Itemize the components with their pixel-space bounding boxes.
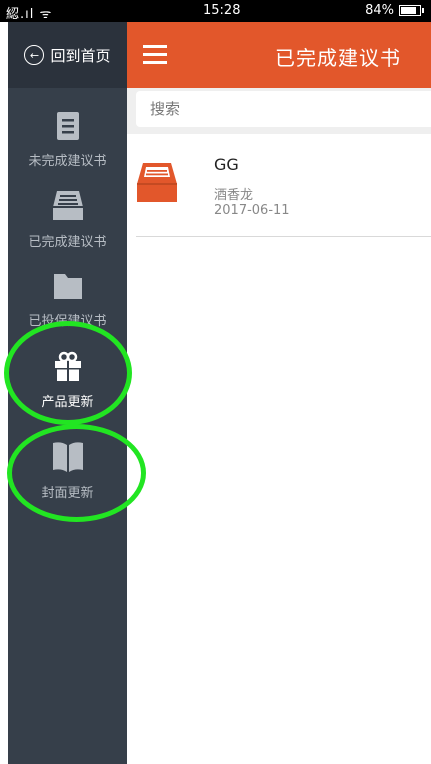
- highlight-circle-product-update: [4, 321, 132, 425]
- signal-wifi-indicator: 綛.ıl ᯤ: [6, 7, 53, 22]
- folder-icon: [53, 274, 82, 299]
- search-input[interactable]: [136, 91, 431, 127]
- hamburger-menu-icon[interactable]: [143, 45, 167, 65]
- list-item[interactable]: GG 酒香龙 2017-06-11: [136, 142, 431, 237]
- highlight-circle-cover-update: [7, 424, 146, 522]
- document-icon: [56, 112, 79, 140]
- inbox-tray-icon: [137, 163, 177, 202]
- battery-indicator: 84%: [365, 3, 424, 18]
- item-date: 2017-06-11: [214, 203, 290, 218]
- sidebar-item-completed[interactable]: 已完成建议书: [8, 187, 127, 250]
- home-button-label: 回到首页: [50, 46, 111, 65]
- sidebar-item-label: 已完成建议书: [28, 235, 107, 250]
- page-title: 已完成建议书: [275, 46, 401, 70]
- status-bar: 綛.ıl ᯤ 15:28 84%: [0, 0, 431, 22]
- battery-fill: [401, 7, 417, 14]
- battery-percent: 84%: [365, 3, 394, 18]
- sidebar-item-label: 未完成建议书: [28, 154, 107, 169]
- sidebar-item-unfinished[interactable]: 未完成建议书: [8, 110, 127, 169]
- battery-icon: [399, 5, 424, 16]
- item-subtitle: 酒香龙: [214, 188, 254, 203]
- home-button[interactable]: ← 回到首页: [8, 22, 127, 88]
- item-title: GG: [214, 155, 239, 174]
- back-arrow-icon: ←: [24, 45, 45, 65]
- status-time: 15:28: [203, 3, 241, 18]
- inbox-icon: [52, 191, 83, 220]
- search-bar: [127, 88, 431, 134]
- top-app-bar: 已完成建议书: [127, 22, 431, 88]
